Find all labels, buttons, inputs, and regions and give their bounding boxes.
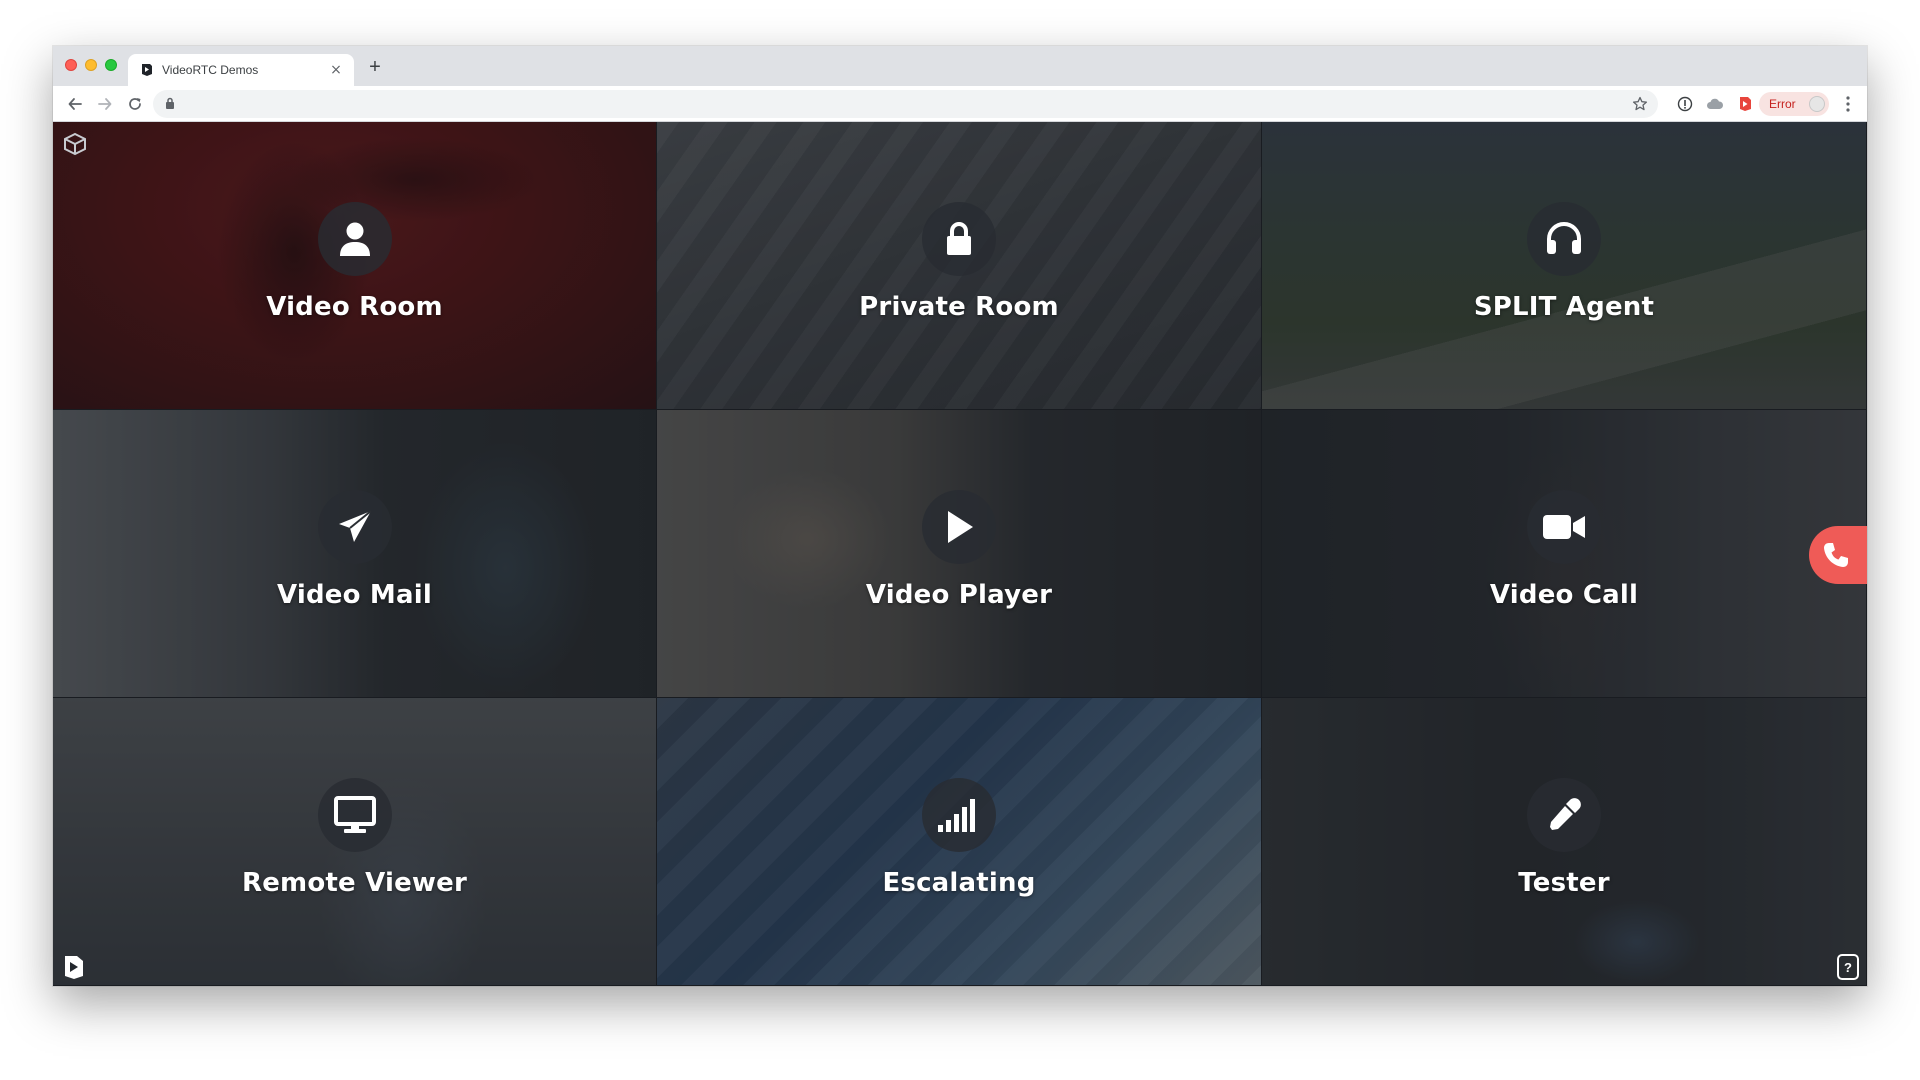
call-button[interactable] xyxy=(1809,526,1867,584)
tile-video-room[interactable]: Video Room xyxy=(53,122,657,410)
tile-video-mail[interactable]: Video Mail xyxy=(53,410,657,698)
monitor-icon xyxy=(333,796,376,833)
videortc-logo-icon[interactable] xyxy=(61,954,87,980)
browser-tab[interactable]: VideoRTC Demos × xyxy=(128,54,354,86)
profile-avatar xyxy=(1809,96,1825,112)
forward-arrow-icon xyxy=(98,98,112,110)
tile-icon-circle xyxy=(1527,778,1601,852)
reload-icon xyxy=(129,98,141,110)
tile-label: SPLIT Agent xyxy=(1473,292,1655,322)
help-button[interactable]: ? xyxy=(1837,954,1859,980)
tile-split-agent[interactable]: SPLIT Agent xyxy=(1262,122,1867,410)
tile-icon-circle xyxy=(1527,202,1601,276)
tile-label: Video Mail xyxy=(277,580,432,610)
browser-window: VideoRTC Demos × + Error Video Room Priv… xyxy=(53,46,1867,986)
tile-label: Video Player xyxy=(865,580,1053,610)
close-window-button[interactable] xyxy=(65,59,77,71)
site-favicon-icon xyxy=(142,64,152,76)
browser-toolbar: Error xyxy=(53,86,1867,122)
demo-grid: Video Room Private Room SPLIT Agent Vide… xyxy=(53,122,1867,986)
videortc-extension-icon xyxy=(1740,97,1751,111)
more-vertical-icon xyxy=(1846,96,1850,112)
headphones-icon xyxy=(1547,222,1581,254)
video-camera-icon xyxy=(1543,515,1585,539)
address-bar[interactable] xyxy=(153,90,1658,118)
back-button[interactable] xyxy=(65,94,85,114)
tile-icon-circle xyxy=(317,778,392,852)
tab-strip: VideoRTC Demos × + xyxy=(53,46,1867,86)
maximize-window-button[interactable] xyxy=(105,59,117,71)
cloud-icon xyxy=(1707,98,1724,109)
tile-icon-circle xyxy=(922,778,996,852)
extension-info-button[interactable] xyxy=(1675,94,1695,114)
tab-close-icon[interactable]: × xyxy=(328,62,344,78)
extension-cloud-button[interactable] xyxy=(1705,94,1725,114)
tile-label: Video Room xyxy=(266,292,443,322)
tile-icon-circle xyxy=(317,490,392,564)
error-badge-text: Error xyxy=(1769,97,1796,111)
tile-tester[interactable]: Tester xyxy=(1262,698,1867,986)
signal-bars-icon xyxy=(938,799,975,832)
lock-icon xyxy=(947,222,971,255)
back-arrow-icon xyxy=(68,98,82,110)
eyedropper-icon xyxy=(1550,798,1581,830)
profile-error-button[interactable]: Error xyxy=(1759,92,1829,116)
phone-icon xyxy=(1824,543,1848,567)
box-logo-icon[interactable] xyxy=(63,132,87,156)
extension-videortc-button[interactable] xyxy=(1735,94,1755,114)
reload-button[interactable] xyxy=(125,94,145,114)
play-icon xyxy=(948,511,973,543)
tile-private-room[interactable]: Private Room xyxy=(657,122,1262,410)
tile-label: Private Room xyxy=(859,292,1059,322)
tab-title: VideoRTC Demos xyxy=(162,63,259,77)
tile-icon-circle xyxy=(317,202,392,276)
tile-label: Video Call xyxy=(1489,580,1639,610)
tile-remote-viewer[interactable]: Remote Viewer xyxy=(53,698,657,986)
tile-icon-circle xyxy=(922,490,996,564)
lock-icon xyxy=(166,97,174,109)
browser-menu-button[interactable] xyxy=(1841,94,1855,114)
user-icon xyxy=(339,222,370,256)
demo-launcher: Video Room Private Room SPLIT Agent Vide… xyxy=(53,122,1867,986)
minimize-window-button[interactable] xyxy=(85,59,97,71)
tile-icon-circle xyxy=(1527,490,1601,564)
bookmark-star-icon[interactable] xyxy=(1632,96,1648,112)
tile-video-player[interactable]: Video Player xyxy=(657,410,1262,698)
tile-label: Remote Viewer xyxy=(241,868,467,898)
tile-label: Tester xyxy=(1518,868,1610,898)
info-circle-icon xyxy=(1677,96,1693,112)
new-tab-button[interactable]: + xyxy=(365,57,385,78)
paper-plane-icon xyxy=(338,510,372,542)
forward-button[interactable] xyxy=(95,94,115,114)
tile-escalating[interactable]: Escalating xyxy=(657,698,1262,986)
tile-video-call[interactable]: Video Call xyxy=(1262,410,1867,698)
tile-label: Escalating xyxy=(882,868,1036,898)
tile-icon-circle xyxy=(922,202,996,276)
